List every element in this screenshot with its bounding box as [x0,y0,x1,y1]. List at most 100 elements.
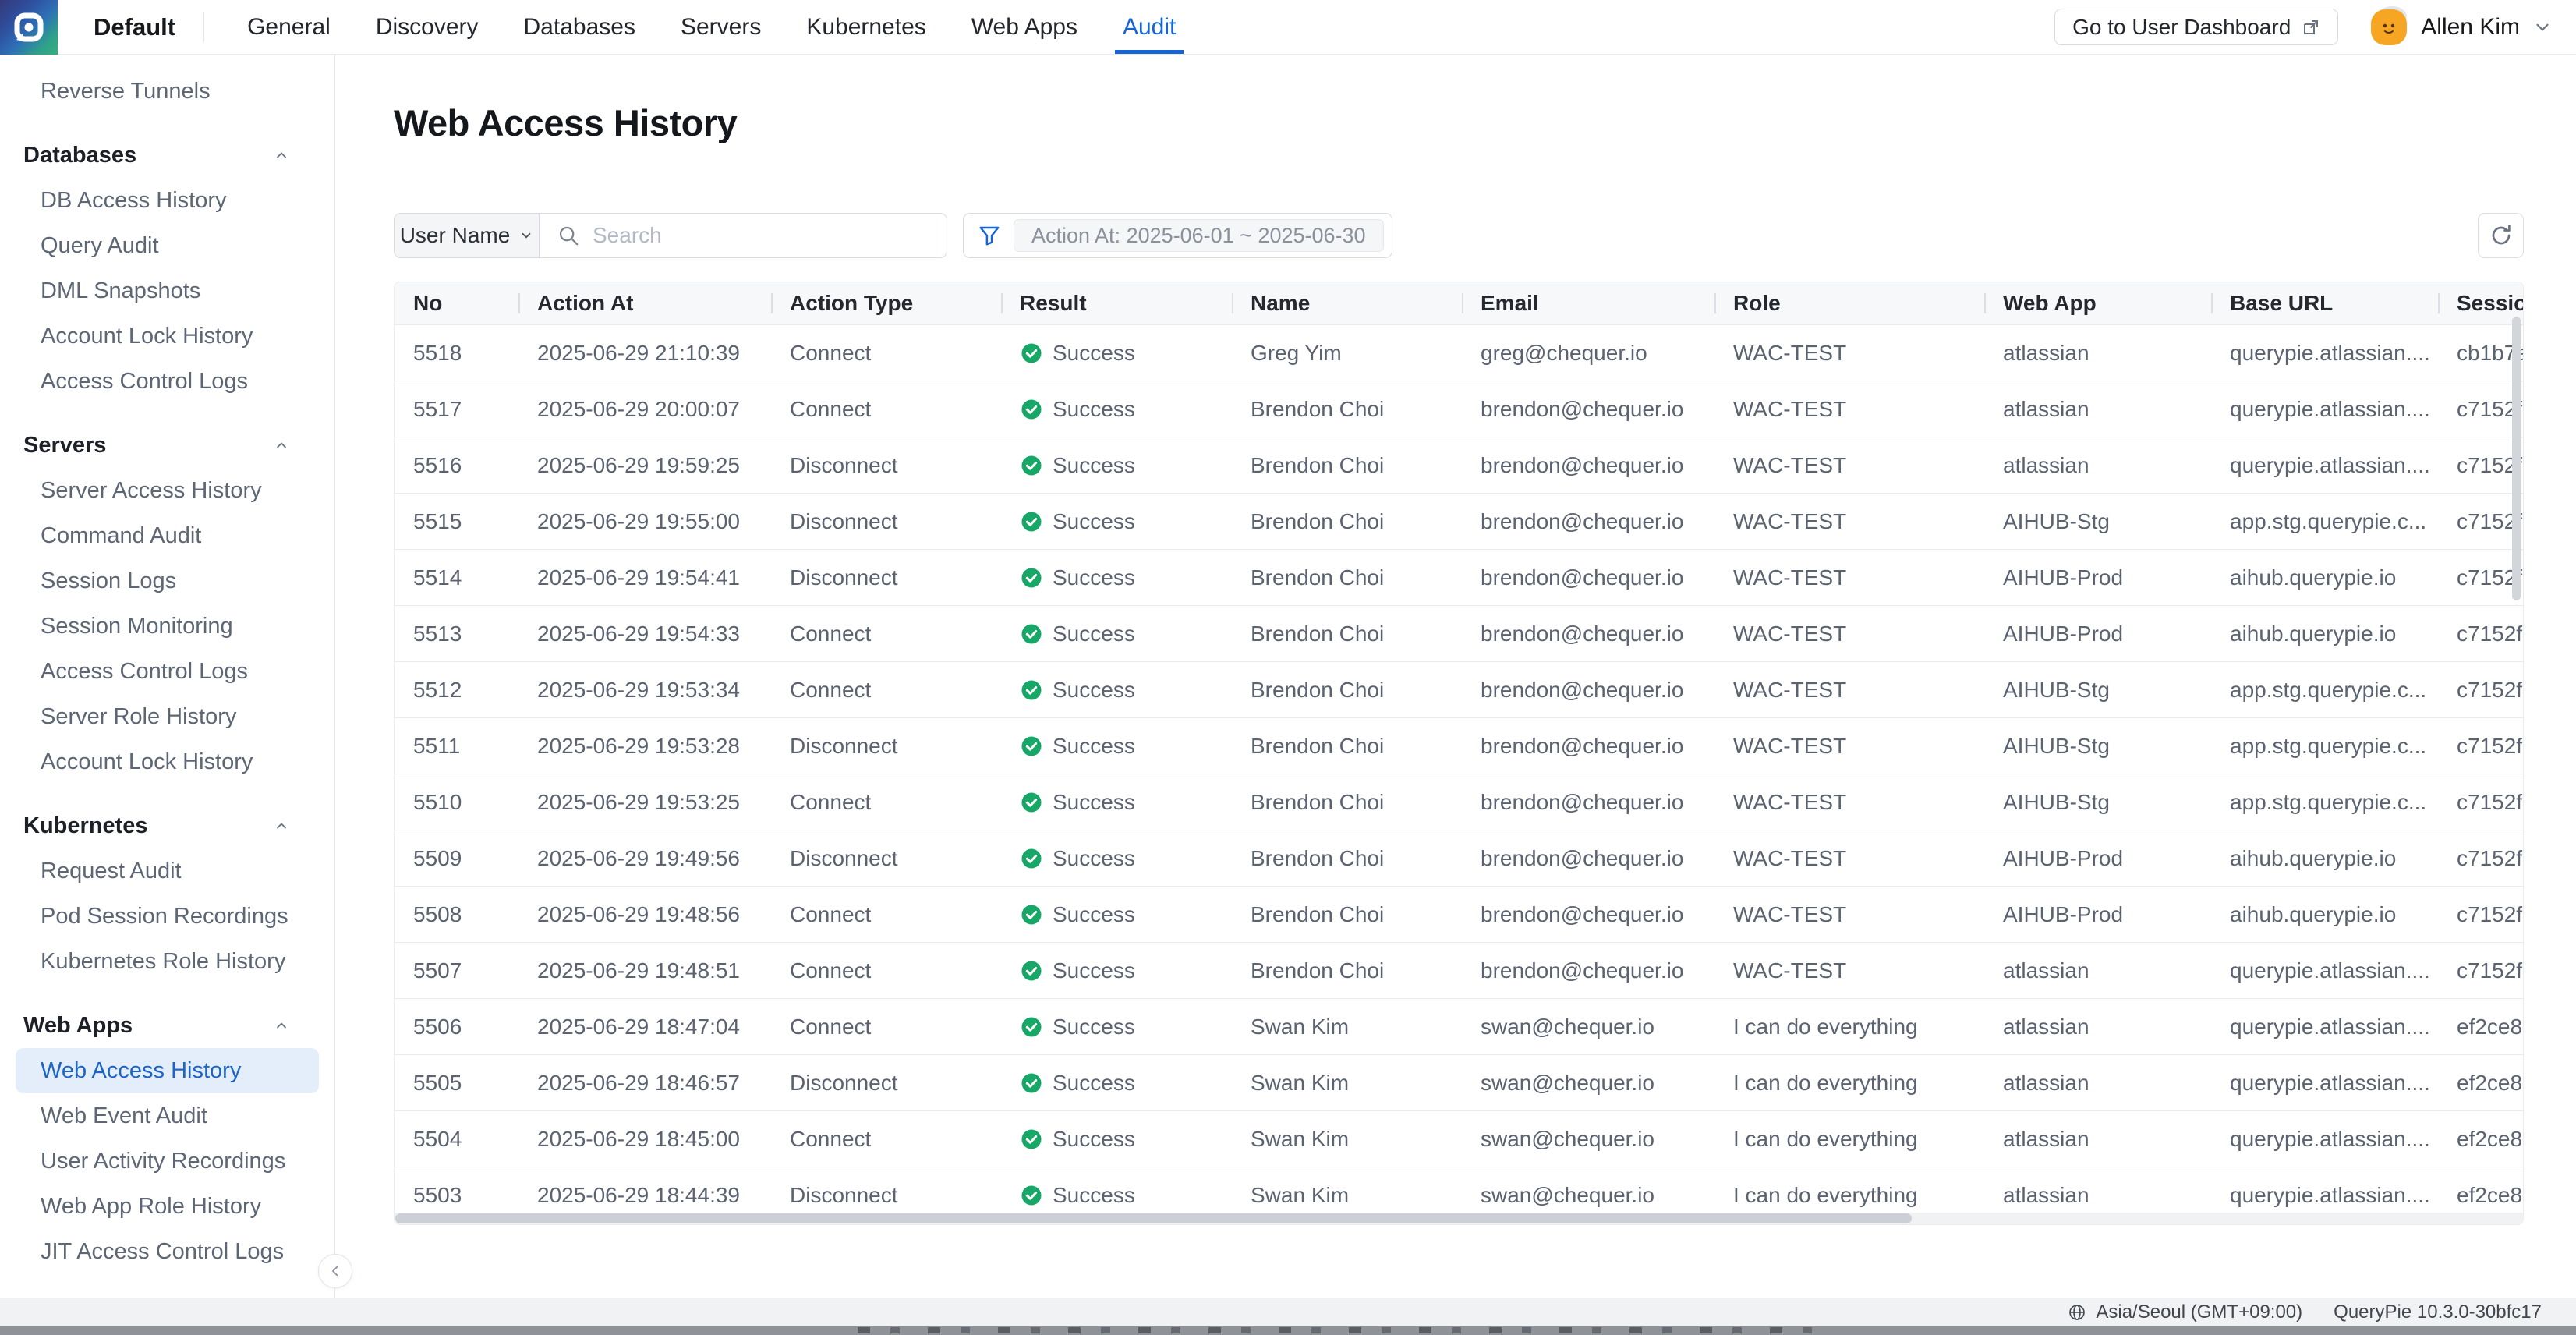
sidebar-item-pod-session-recordings[interactable]: Pod Session Recordings [0,894,319,939]
column-header-base-url[interactable]: Base URL [2211,291,2438,316]
nav-item-discovery[interactable]: Discovery [368,0,487,54]
vertical-scrollbar-thumb[interactable] [2512,317,2521,600]
sidebar-item-request-audit[interactable]: Request Audit [0,848,319,894]
cell-action_at: 2025-06-29 18:44:39 [518,1183,771,1208]
table-row-5517[interactable]: 55172025-06-29 20:00:07ConnectSuccessBre… [395,381,2524,437]
nav-item-servers[interactable]: Servers [673,0,769,54]
sidebar-item-kubernetes-role-history[interactable]: Kubernetes Role History [0,939,319,984]
sidebar-item-session-logs[interactable]: Session Logs [0,558,319,604]
table-row-5506[interactable]: 55062025-06-29 18:47:04ConnectSuccessSwa… [395,998,2524,1054]
sidebar-item-web-access-history[interactable]: Web Access History [16,1048,319,1093]
table-row-5511[interactable]: 55112025-06-29 19:53:28DisconnectSuccess… [395,717,2524,774]
table-row-5513[interactable]: 55132025-06-29 19:54:33ConnectSuccessBre… [395,605,2524,661]
result-label: Success [1053,1183,1135,1208]
success-check-icon [1020,454,1043,477]
column-header-no[interactable]: No [395,291,518,316]
nav-item-general[interactable]: General [239,0,338,54]
sidebar-item-jit-access-control-logs[interactable]: JIT Access Control Logs [0,1229,319,1274]
horizontal-scrollbar-thumb[interactable] [395,1213,1912,1223]
column-header-email[interactable]: Email [1462,291,1714,316]
sidebar-item-command-audit[interactable]: Command Audit [0,513,319,558]
querypie-logo-icon [12,10,46,44]
sidebar-item-dml-snapshots[interactable]: DML Snapshots [0,268,319,313]
table-row-5510[interactable]: 55102025-06-29 19:53:25ConnectSuccessBre… [395,774,2524,830]
column-header-result[interactable]: Result [1001,291,1232,316]
table-row-5509[interactable]: 55092025-06-29 19:49:56DisconnectSuccess… [395,830,2524,886]
user-menu-chevron-down-icon[interactable] [2532,17,2553,37]
sidebar-item-db-access-history[interactable]: DB Access History [0,178,319,223]
sidebar-item-web-app-role-history[interactable]: Web App Role History [0,1184,319,1229]
filter-funnel-icon[interactable] [978,224,1001,247]
sidebar-section-web-apps[interactable]: Web Apps [0,1003,319,1048]
sidebar-section-databases[interactable]: Databases [0,133,319,178]
sidebar-item-reverse-tunnels[interactable]: Reverse Tunnels [0,69,319,114]
sidebar-label: DB Access History [41,188,227,214]
table-row-5516[interactable]: 55162025-06-29 19:59:25DisconnectSuccess… [395,437,2524,493]
table-row-5518[interactable]: 55182025-06-29 21:10:39ConnectSuccessGre… [395,324,2524,381]
result-label: Success [1053,1071,1135,1096]
sidebar-item-web-event-audit[interactable]: Web Event Audit [0,1093,319,1138]
table-row-5514[interactable]: 55142025-06-29 19:54:41DisconnectSuccess… [395,549,2524,605]
querypie-logo[interactable] [0,0,58,55]
table-row-5507[interactable]: 55072025-06-29 19:48:51ConnectSuccessBre… [395,942,2524,998]
cell-name: Brendon Choi [1232,678,1462,703]
nav-item-audit[interactable]: Audit [1115,0,1184,54]
nav-item-databases[interactable]: Databases [516,0,643,54]
column-header-action-at[interactable]: Action At [518,291,771,316]
cell-web_app: AIHUB-Stg [1984,790,2211,815]
table-row-5505[interactable]: 55052025-06-29 18:46:57DisconnectSuccess… [395,1054,2524,1110]
chevron-up-icon [274,1018,289,1033]
sidebar-item-account-lock-history[interactable]: Account Lock History [0,313,319,359]
sidebar-label: Web Apps [23,1013,133,1039]
cell-base_url: querypie.atlassian.... [2211,958,2438,983]
table-row-5512[interactable]: 55122025-06-29 19:53:34ConnectSuccessBre… [395,661,2524,717]
sidebar-item-account-lock-history[interactable]: Account Lock History [0,739,319,784]
sidebar-item-session-monitoring[interactable]: Session Monitoring [0,604,319,649]
cell-action_at: 2025-06-29 18:47:04 [518,1015,771,1039]
cell-session_id: ef2ce8 [2438,1183,2524,1208]
sidebar-section-kubernetes[interactable]: Kubernetes [0,803,319,848]
success-check-icon [1020,398,1043,421]
sidebar-item-access-control-logs[interactable]: Access Control Logs [0,359,319,404]
table-row-5504[interactable]: 55042025-06-29 18:45:00ConnectSuccessSwa… [395,1110,2524,1167]
column-header-session-id[interactable]: Session ID [2438,291,2524,316]
timezone-indicator[interactable]: Asia/Seoul (GMT+09:00) [2068,1301,2302,1323]
sidebar-item-access-control-logs[interactable]: Access Control Logs [0,649,319,694]
result-label: Success [1053,1015,1135,1039]
column-header-action-type[interactable]: Action Type [771,291,1001,316]
go-to-user-dashboard-button[interactable]: Go to User Dashboard [2054,9,2338,45]
refresh-button[interactable] [2478,213,2524,258]
user-name[interactable]: Allen Kim [2421,14,2520,41]
sidebar-item-query-audit[interactable]: Query Audit [0,223,319,268]
action-at-date-range-chip[interactable]: Action At: 2025-06-01 ~ 2025-06-30 [1014,219,1384,252]
sidebar-collapse-button[interactable] [318,1254,352,1288]
result-label: Success [1053,509,1135,534]
search-input[interactable] [593,223,947,248]
cell-base_url: querypie.atlassian.... [2211,1071,2438,1096]
column-header-name[interactable]: Name [1232,291,1462,316]
cell-action_type: Disconnect [771,846,1001,871]
table-row-5515[interactable]: 55152025-06-29 19:55:00DisconnectSuccess… [395,493,2524,549]
cell-result: Success [1001,621,1232,646]
column-header-role[interactable]: Role [1714,291,1984,316]
search-field-selector[interactable]: User Name [395,214,540,257]
sidebar-label: Account Lock History [41,749,253,775]
sidebar-item-server-role-history[interactable]: Server Role History [0,694,319,739]
sidebar-item-server-access-history[interactable]: Server Access History [0,468,319,513]
nav-item-web-apps[interactable]: Web Apps [964,0,1085,54]
column-header-web-app[interactable]: Web App [1984,291,2211,316]
cell-session_id: c7152f6 [2438,621,2524,646]
sidebar-item-user-activity-recordings[interactable]: User Activity Recordings [0,1138,319,1184]
result-label: Success [1053,902,1135,927]
cell-name: Brendon Choi [1232,453,1462,478]
table-row-5508[interactable]: 55082025-06-29 19:48:56ConnectSuccessBre… [395,886,2524,942]
sidebar-section-servers[interactable]: Servers [0,423,319,468]
nav-item-kubernetes[interactable]: Kubernetes [798,0,933,54]
success-check-icon [1020,847,1043,870]
horizontal-scrollbar-track[interactable] [395,1213,2523,1224]
result-label: Success [1053,341,1135,366]
workspace-name[interactable]: Default [94,13,175,41]
cell-no: 5514 [395,565,518,590]
user-avatar[interactable] [2371,9,2407,45]
cell-email: brendon@chequer.io [1462,902,1714,927]
